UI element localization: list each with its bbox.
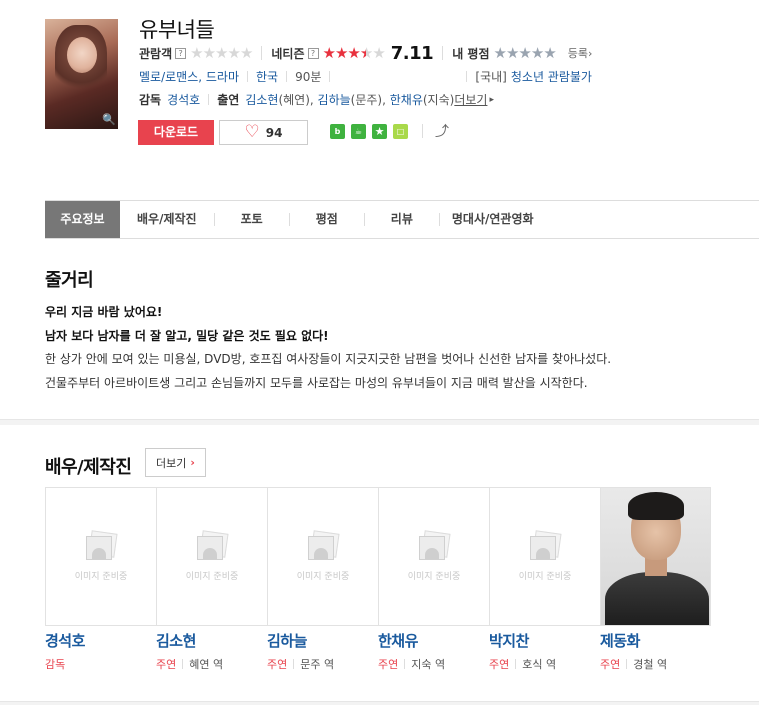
my-rating-stars[interactable]: ★ ★ ★ ★ ★ — [494, 44, 557, 62]
rating-row: 관람객 ? ★ ★ ★ ★ ★ 네티즌 ? ★ ★ ★ ★ ★ 7.11 내 평점 ★ ★ ★ ★ ★ … — [139, 42, 593, 64]
no-image-text: 이미지 준비중 — [74, 571, 128, 582]
rating-prefix: [국내] — [475, 70, 507, 84]
tab-photo[interactable]: 포토 — [215, 201, 289, 238]
cast-role-type: 주연 — [378, 658, 399, 671]
cast-name[interactable]: 경석호 — [45, 630, 156, 651]
genre-link[interactable]: 멜로/로맨스, 드라마 — [139, 68, 239, 85]
no-image-icon — [84, 529, 118, 562]
netizen-score: 7.11 — [390, 42, 434, 64]
band-icon[interactable]: □ — [393, 123, 408, 139]
cafe-icon[interactable]: ☕ — [351, 123, 366, 139]
cast-name[interactable]: 김하늘 — [267, 630, 378, 651]
tab-cast[interactable]: 배우/제작진 — [120, 201, 214, 238]
cast-photo[interactable]: 이미지 준비중 — [378, 487, 489, 626]
synopsis-body: 한 상가 안에 모여 있는 미용실, DVD방, 호프집 여사장들이 지긋지긋한… — [45, 352, 612, 366]
cast-character: 경철 역 — [633, 658, 668, 671]
no-image-text: 이미지 준비중 — [407, 571, 461, 582]
more-cast-link[interactable]: 더보기 — [454, 91, 487, 108]
movie-info-row: 멜로/로맨스, 드라마 한국 90분 [국내] 청소년 관람불가 — [139, 68, 592, 85]
help-icon[interactable]: ? — [175, 47, 187, 59]
movie-title: 유부녀들 — [139, 18, 215, 42]
netizen-stars: ★ ★ ★ ★ ★ — [322, 44, 386, 62]
cast-role-type: 주연 — [156, 658, 177, 671]
share-icon[interactable]: ⤴ — [435, 121, 449, 141]
cast-role-type: 주연 — [267, 658, 288, 671]
audience-rating-label: 관람객 — [139, 46, 173, 61]
no-image-icon — [417, 529, 451, 562]
section-divider — [0, 419, 759, 425]
like-count: 94 — [265, 125, 283, 140]
country-link[interactable]: 한국 — [256, 68, 278, 85]
divider — [442, 46, 444, 60]
synopsis-body: 건물주부터 아르바이트생 그리고 손님들까지 모두를 사로잡는 마성의 유부녀들… — [45, 376, 588, 390]
no-image-icon — [195, 529, 229, 562]
cast-character: 호식 역 — [522, 658, 557, 671]
cast-name[interactable]: 한채유 — [378, 630, 489, 651]
no-image-icon — [528, 529, 562, 562]
cast-photo[interactable]: 이미지 준비중 — [267, 487, 378, 626]
register-rating-link[interactable]: 등록› — [568, 45, 593, 61]
help-icon[interactable]: ? — [307, 47, 319, 59]
cast-role-type: 주연 — [600, 658, 621, 671]
section-divider — [0, 701, 759, 705]
cast-card[interactable]: 제동화 주연 경철 역 — [600, 487, 711, 672]
my-rating-label: 내 평점 — [452, 46, 490, 61]
zoom-icon[interactable]: 🔍 — [102, 113, 116, 126]
cast-role-type: 감독 — [45, 658, 66, 671]
cast-card[interactable]: 이미지 준비중 김소현 주연 혜연 역 — [156, 487, 267, 672]
cast-grid: 이미지 준비중 경석호 감독 이미지 준비중 김소현 주연 혜연 역 이미지 준비… — [45, 487, 711, 672]
cast-section-title: 배우/제작진 — [45, 457, 132, 478]
more-button[interactable]: 더보기 › — [145, 448, 206, 477]
tab-quotes-related[interactable]: 명대사/연관영화 — [440, 201, 546, 238]
cast-photo[interactable]: 이미지 준비중 — [156, 487, 267, 626]
movie-poster[interactable]: 🔍 — [45, 19, 118, 129]
cast-card[interactable]: 이미지 준비중 경석호 감독 — [45, 487, 156, 672]
cast-photo[interactable] — [600, 487, 711, 626]
no-image-icon — [306, 529, 340, 562]
no-image-text: 이미지 준비중 — [518, 571, 572, 582]
cast-link[interactable]: 김소현 — [245, 91, 278, 108]
poster-face — [67, 37, 97, 73]
director-label: 감독 — [139, 93, 162, 107]
synopsis-headline: 우리 지금 바람 났어요! — [45, 305, 163, 319]
tab-review[interactable]: 리뷰 — [365, 201, 439, 238]
cast-name[interactable]: 박지찬 — [489, 630, 600, 651]
cast-name[interactable]: 제동화 — [600, 630, 711, 651]
cast-character: 문주 역 — [300, 658, 335, 671]
download-button[interactable]: 다운로드 — [138, 120, 214, 145]
cast-character: 혜연 역 — [189, 658, 224, 671]
cast-photo[interactable]: 이미지 준비중 — [489, 487, 600, 626]
runtime: 90분 — [295, 70, 322, 84]
tab-bar: 주요정보 배우/제작진 포토 평점 리뷰 명대사/연관영화 — [45, 200, 759, 239]
cast-card[interactable]: 이미지 준비중 김하늘 주연 문주 역 — [267, 487, 378, 672]
cast-role-type: 주연 — [489, 658, 510, 671]
cast-link[interactable]: 김하늘 — [318, 91, 351, 108]
audience-stars: ★ ★ ★ ★ ★ — [190, 44, 253, 62]
synopsis-title: 줄거리 — [45, 270, 94, 291]
cast-card[interactable]: 이미지 준비중 한채유 주연 지숙 역 — [378, 487, 489, 672]
share-icons: b ☕ ★ □ ⤴ — [330, 121, 449, 141]
cast-card[interactable]: 이미지 준비중 박지찬 주연 호식 역 — [489, 487, 600, 672]
cast-name[interactable]: 김소현 — [156, 630, 267, 651]
age-rating-link[interactable]: 청소년 관람불가 — [511, 68, 592, 85]
cast-photo[interactable]: 이미지 준비중 — [45, 487, 156, 626]
director-link[interactable]: 경석호 — [167, 91, 200, 108]
netizen-rating-label: 네티즌 — [271, 46, 305, 61]
tab-main-info[interactable]: 주요정보 — [45, 201, 120, 238]
no-image-text: 이미지 준비중 — [185, 571, 239, 582]
blog-icon[interactable]: b — [330, 123, 345, 139]
synopsis-headline: 남자 보다 남자를 더 잘 알고, 밀당 같은 것도 필요 없다! — [45, 329, 329, 343]
cast-label: 출연 — [217, 93, 240, 107]
divider — [261, 46, 263, 60]
cast-link[interactable]: 한채유 — [390, 91, 423, 108]
credits-row: 감독 경석호 출연 김소현 (혜연), 김하늘 (문주), 한채유 (지숙) 더보기 ▸ — [139, 91, 494, 108]
tab-rating[interactable]: 평점 — [290, 201, 364, 238]
heart-icon: ♡ — [244, 122, 260, 142]
cast-character: 지숙 역 — [411, 658, 446, 671]
like-button[interactable]: ♡ 94 — [219, 120, 308, 145]
star-icon[interactable]: ★ — [372, 123, 387, 139]
no-image-text: 이미지 준비중 — [296, 571, 350, 582]
